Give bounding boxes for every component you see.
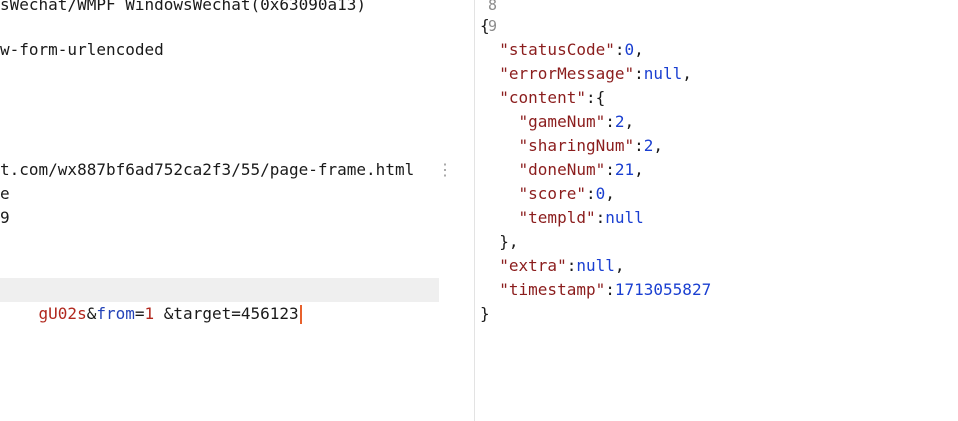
json-line: "sharingNum":2, bbox=[480, 134, 664, 158]
json-punct: }, bbox=[499, 232, 519, 251]
json-value: 2 bbox=[643, 136, 654, 155]
json-line: "gameNum":2, bbox=[480, 110, 635, 134]
json-punct: : bbox=[566, 256, 577, 275]
json-key: "sharingNum" bbox=[518, 136, 635, 155]
json-line: "templd":null bbox=[480, 206, 644, 230]
json-punct: : bbox=[634, 136, 644, 155]
json-line: "score":0, bbox=[480, 182, 615, 206]
json-punct: : bbox=[605, 160, 615, 179]
json-punct: } bbox=[480, 304, 490, 323]
json-value: 0 bbox=[595, 184, 606, 203]
request-header-user-agent: sWechat/WMPF WindowsWechat(0x63090a13) bbox=[0, 0, 367, 14]
text-cursor bbox=[299, 305, 302, 324]
json-key: "gameNum" bbox=[518, 112, 606, 131]
json-value: 21 bbox=[614, 160, 635, 179]
request-header-referer: t.com/wx887bf6ad752ca2f3/55/page-frame.h… bbox=[0, 160, 415, 179]
json-line: "statusCode":0, bbox=[480, 38, 644, 62]
request-body-line[interactable]: gU02s&from=1 &target=456123 bbox=[0, 278, 302, 324]
json-value: 1713055827 bbox=[614, 280, 712, 299]
request-editor[interactable]: sWechat/WMPF WindowsWechat(0x63090a13) w… bbox=[0, 0, 474, 421]
body-rest: &target=456123 bbox=[154, 304, 299, 323]
json-punct: : bbox=[595, 208, 606, 227]
json-punct: : bbox=[614, 40, 625, 59]
request-header-content-length: 9 bbox=[0, 208, 10, 227]
body-param-key-from: from bbox=[96, 304, 135, 323]
json-punct: : bbox=[585, 184, 596, 203]
json-key: "doneNum" bbox=[518, 160, 606, 179]
json-value: 2 bbox=[614, 112, 625, 131]
more-options-icon[interactable]: ⋮ bbox=[437, 158, 453, 182]
json-line: } bbox=[480, 302, 490, 326]
json-value: null bbox=[576, 256, 615, 275]
json-punct: , bbox=[634, 40, 644, 59]
json-punct: , bbox=[634, 160, 644, 179]
json-line: "timestamp":1713055827 bbox=[480, 278, 711, 302]
json-punct: , bbox=[653, 136, 664, 155]
json-line: "doneNum":21, bbox=[480, 158, 644, 182]
json-punct: : bbox=[605, 280, 615, 299]
json-value: null bbox=[605, 208, 644, 227]
json-key: "templd" bbox=[518, 208, 596, 227]
body-ampersand: & bbox=[86, 304, 97, 323]
json-key: "errorMessage" bbox=[499, 64, 635, 83]
json-line: }, bbox=[480, 230, 519, 254]
body-param-value-from: 1 bbox=[144, 304, 155, 323]
json-punct: : bbox=[605, 112, 615, 131]
json-line: "content":{ bbox=[480, 86, 605, 110]
json-key: "statusCode" bbox=[499, 40, 615, 59]
json-value: null bbox=[643, 64, 683, 83]
json-key: "content" bbox=[499, 88, 586, 107]
body-param-value: gU02s bbox=[38, 304, 87, 323]
request-header-content-type: w-form-urlencoded bbox=[0, 40, 164, 59]
json-punct: :{ bbox=[585, 88, 606, 107]
json-key: "extra" bbox=[499, 256, 567, 275]
json-line: "errorMessage":null, bbox=[480, 62, 692, 86]
json-value: 0 bbox=[624, 40, 635, 59]
json-line: { bbox=[480, 14, 490, 38]
json-punct: , bbox=[682, 64, 692, 83]
json-punct: , bbox=[624, 112, 635, 131]
json-key: "timestamp" bbox=[499, 280, 606, 299]
json-punct: , bbox=[614, 256, 625, 275]
json-key: "score" bbox=[518, 184, 586, 203]
body-equals: = bbox=[134, 304, 145, 323]
response-viewer[interactable]: 8 9 { "statusCode":0, "errorMessage":nul… bbox=[475, 0, 958, 421]
json-punct: { bbox=[480, 16, 490, 35]
json-punct: , bbox=[605, 184, 615, 203]
request-header-fragment: e bbox=[0, 184, 10, 203]
json-line: "extra":null, bbox=[480, 254, 625, 278]
json-punct: : bbox=[634, 64, 644, 83]
